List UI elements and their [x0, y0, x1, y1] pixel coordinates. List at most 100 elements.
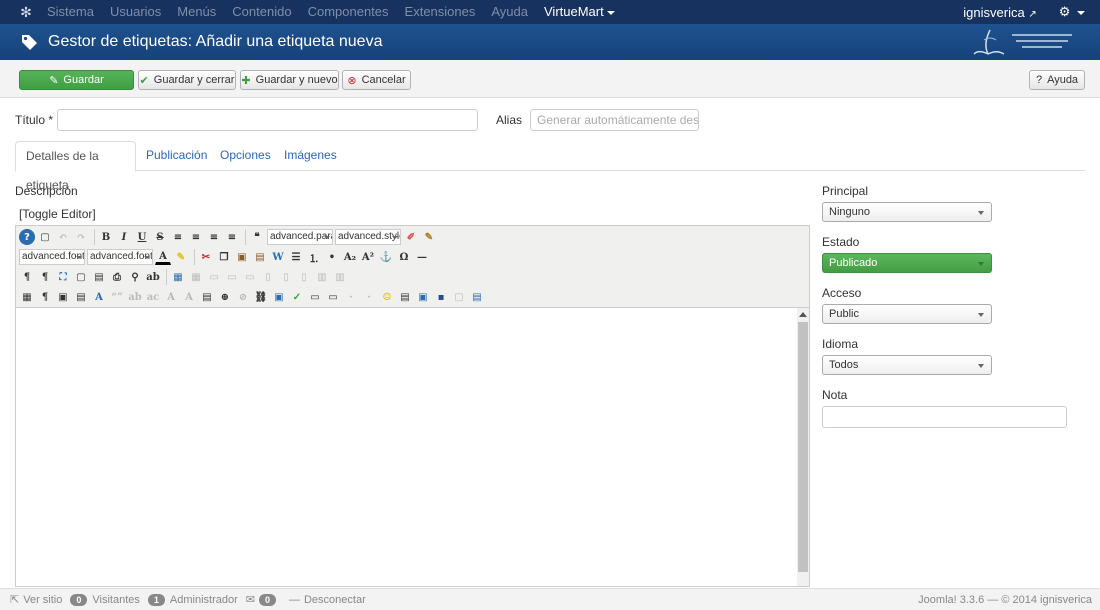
merge-cells-icon[interactable]: ▥	[332, 269, 348, 285]
menu-virtuemart[interactable]: VirtueMart	[544, 0, 615, 24]
save-button[interactable]: ✎ Guardar	[19, 70, 134, 90]
state-select[interactable]: Publicado	[822, 253, 992, 273]
logout-link[interactable]: — Desconectar	[289, 594, 366, 606]
ins-icon[interactable]: A	[181, 289, 197, 305]
paragraph-format-select[interactable]: advanced.para	[267, 229, 333, 245]
search-icon[interactable]: ⚲	[127, 269, 143, 285]
special-char-icon[interactable]: Ω	[396, 249, 412, 265]
redo-icon[interactable]: ↷	[73, 229, 89, 245]
title-input[interactable]	[57, 109, 478, 131]
readmore-icon[interactable]: ▤	[469, 289, 485, 305]
help-button[interactable]: ? Ayuda	[1029, 70, 1085, 90]
access-select[interactable]: Public	[822, 304, 992, 324]
horizontal-rule-icon[interactable]: —	[414, 249, 430, 265]
align-left-icon[interactable]: ≡	[206, 229, 222, 245]
col-delete-icon[interactable]: ▯	[296, 269, 312, 285]
col-after-icon[interactable]: ▯	[278, 269, 294, 285]
numbered-list-icon[interactable]: ⒈	[306, 249, 322, 265]
blank1-icon[interactable]: ·	[343, 289, 359, 305]
pilcrow-icon[interactable]: ¶	[37, 289, 53, 305]
select-all-icon[interactable]: ☰	[288, 249, 304, 265]
print-icon[interactable]: ⎙	[109, 269, 125, 285]
editor-content-area[interactable]	[16, 308, 796, 586]
strikethrough-icon[interactable]: S	[152, 229, 168, 245]
user-link[interactable]: ignisverica ↗	[963, 5, 1036, 20]
row-delete-icon[interactable]: ▭	[242, 269, 258, 285]
menu-ayuda[interactable]: Ayuda	[491, 0, 528, 24]
nonbreaking-icon[interactable]: ⊕	[217, 289, 233, 305]
menu-componentes[interactable]: Componentes	[308, 0, 389, 24]
template-icon[interactable]: ▤	[91, 269, 107, 285]
align-center-icon[interactable]: ≡	[188, 229, 204, 245]
paste-icon[interactable]: ▣	[234, 249, 250, 265]
messages-status[interactable]: ✉ 0	[246, 593, 281, 606]
underline-icon[interactable]: U	[134, 229, 150, 245]
blank2-icon[interactable]: ·	[361, 289, 377, 305]
menu-contenido[interactable]: Contenido	[232, 0, 291, 24]
attribs-icon[interactable]: ▤	[199, 289, 215, 305]
spellcheck-icon[interactable]: ✓	[289, 289, 305, 305]
text-color-icon[interactable]: A	[155, 249, 171, 265]
parent-select[interactable]: Ninguno	[822, 202, 992, 222]
style-select[interactable]: advanced.style	[335, 229, 401, 245]
scroll-up-icon[interactable]	[799, 312, 807, 317]
gear-icon[interactable]: ⚙	[1059, 4, 1085, 20]
anchor-icon[interactable]: ⚓	[378, 249, 394, 265]
menu-usuarios[interactable]: Usuarios	[110, 0, 161, 24]
unlink-icon[interactable]: ⊘	[235, 289, 251, 305]
cleanup-icon[interactable]: ✎	[421, 229, 437, 245]
style-props-icon[interactable]: A	[91, 289, 107, 305]
table-icon[interactable]: ▦	[170, 269, 186, 285]
insert-layer-icon[interactable]: ▣	[55, 289, 71, 305]
tab-images[interactable]: Imágenes	[274, 141, 347, 171]
view-site-link[interactable]: ⇱ Ver sitio	[10, 593, 62, 607]
new-document-icon[interactable]: ▢	[37, 229, 53, 245]
scroll-thumb[interactable]	[798, 322, 808, 572]
acronym-icon[interactable]: ac	[145, 289, 161, 305]
col-before-icon[interactable]: ▯	[260, 269, 276, 285]
cancel-button[interactable]: ⊗ Cancelar	[342, 70, 411, 90]
paste-text-icon[interactable]: ▤	[252, 249, 268, 265]
bullet-list-icon[interactable]: •	[324, 249, 340, 265]
align-right-icon[interactable]: ≡	[224, 229, 240, 245]
emoticon-icon[interactable]: ☺	[379, 289, 395, 305]
tab-options[interactable]: Opciones	[210, 141, 281, 171]
editor-scrollbar[interactable]	[797, 308, 809, 586]
highlight-icon[interactable]: ✎	[173, 249, 189, 265]
superscript-icon[interactable]: A²	[360, 249, 376, 265]
copy-icon[interactable]: ❐	[216, 249, 232, 265]
save-close-button[interactable]: ✔ Guardar y cerrar	[138, 70, 236, 90]
fullscreen-icon[interactable]: ⛶	[55, 269, 71, 285]
italic-icon[interactable]: I	[116, 229, 132, 245]
menu-extensiones[interactable]: Extensiones	[405, 0, 476, 24]
bold-icon[interactable]: B	[98, 229, 114, 245]
language-select[interactable]: Todos	[822, 355, 992, 375]
subscript-icon[interactable]: A₂	[342, 249, 358, 265]
visual-aid-icon[interactable]: ▦	[19, 289, 35, 305]
cut-icon[interactable]: ✂	[198, 249, 214, 265]
preview-icon[interactable]: ▢	[73, 269, 89, 285]
row-after-icon[interactable]: ▭	[224, 269, 240, 285]
undo-icon[interactable]: ↶	[55, 229, 71, 245]
media-icon[interactable]: ▤	[397, 289, 413, 305]
cite-icon[interactable]: “”	[109, 289, 125, 305]
alias-input[interactable]: Generar automáticamente desde el	[530, 109, 699, 131]
ltr-icon[interactable]: ¶	[19, 269, 35, 285]
abbr-icon[interactable]: ab	[127, 289, 143, 305]
font-family-select[interactable]: advanced.font	[19, 249, 85, 265]
note-input[interactable]	[822, 406, 1067, 428]
help-icon[interactable]: ?	[19, 229, 35, 245]
save-disk-icon[interactable]: ▪	[433, 289, 449, 305]
split-cells-icon[interactable]: ▥	[314, 269, 330, 285]
joomla-icon[interactable]: ✻	[15, 0, 37, 24]
save-new-button[interactable]: ✚ Guardar y nuevo	[240, 70, 339, 90]
justify-icon[interactable]: ≡	[170, 229, 186, 245]
font-size-select[interactable]: advanced.font	[87, 249, 153, 265]
eraser-icon[interactable]: ✐	[403, 229, 419, 245]
menu-sistema[interactable]: Sistema	[47, 0, 94, 24]
blank3-icon[interactable]: ▢	[451, 289, 467, 305]
replace-icon[interactable]: ab	[145, 269, 161, 285]
menu-menus[interactable]: Menús	[177, 0, 216, 24]
row-before-icon[interactable]: ▭	[206, 269, 222, 285]
toggle-editor-link[interactable]: [Toggle Editor]	[19, 207, 96, 221]
